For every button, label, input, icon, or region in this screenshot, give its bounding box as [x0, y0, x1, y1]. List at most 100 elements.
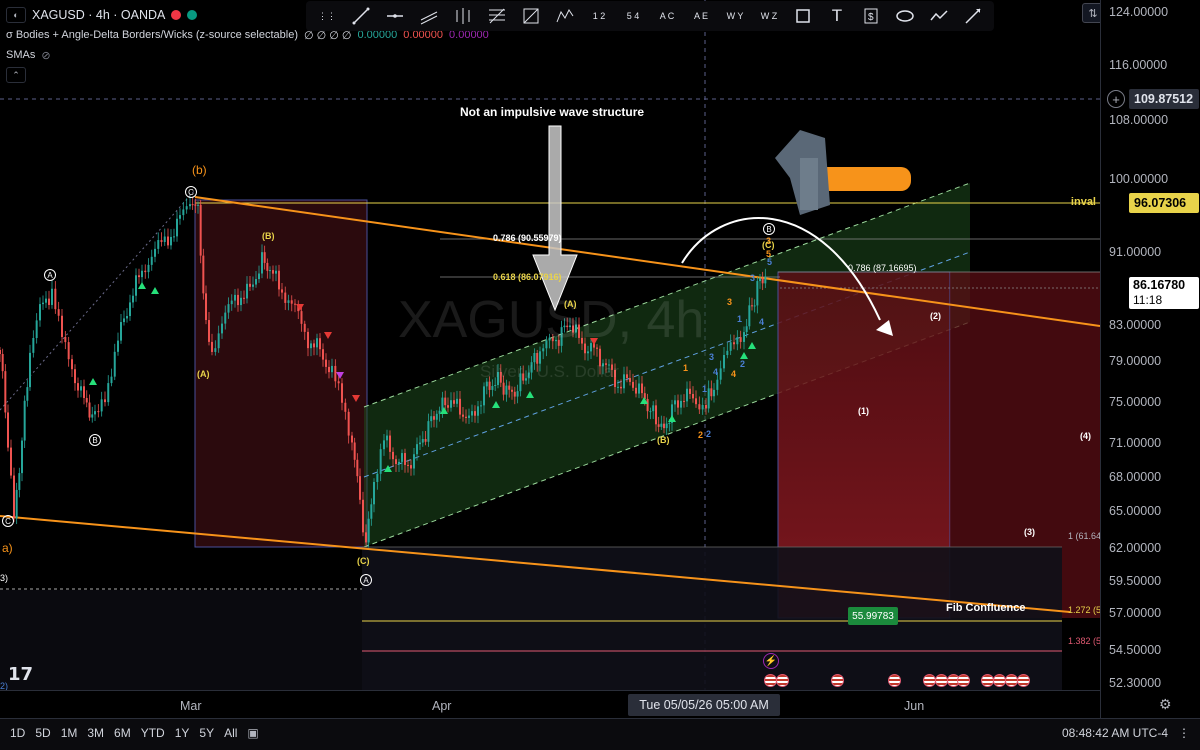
candle-body — [208, 320, 210, 342]
price-axis-label: 54.50000 — [1109, 643, 1162, 657]
candle-body — [686, 388, 688, 402]
candle-body — [135, 275, 137, 296]
candle-body — [32, 337, 35, 353]
range-ytd[interactable]: YTD — [141, 726, 165, 740]
collapse-legend-icon[interactable]: ⌃ — [6, 67, 26, 83]
candle-body — [230, 300, 233, 305]
time-label-mar: Mar — [180, 699, 202, 713]
candle-body — [29, 352, 31, 388]
range-1y[interactable]: 1Y — [175, 726, 190, 740]
candle-body — [7, 412, 9, 448]
brush-tool[interactable] — [958, 3, 988, 29]
price-axis[interactable]: 124.00000 116.00000 108.00000 100.00000 91.0… — [1100, 0, 1200, 718]
candle-body — [10, 447, 12, 476]
tradingview-logo[interactable]: 17 — [8, 664, 33, 685]
trend-line-tool[interactable] — [346, 3, 376, 29]
price-axis-label: 59.50000 — [1109, 574, 1162, 588]
elliott-wy-tool[interactable]: W Y — [720, 3, 750, 29]
time-label-jun: Jun — [904, 699, 925, 713]
range-3m[interactable]: 3M — [87, 726, 104, 740]
date-range-calendar-icon[interactable]: ▣ — [247, 726, 258, 740]
candle-body — [217, 333, 220, 349]
candle-body — [533, 352, 536, 363]
range-all[interactable]: All — [224, 726, 237, 740]
candle-body — [344, 402, 347, 412]
horizontal-line-tool[interactable] — [380, 3, 410, 29]
symbol-logo-icon[interactable]: ◐ — [6, 7, 26, 23]
candle-body — [141, 270, 143, 278]
range-6m[interactable]: 6M — [114, 726, 131, 740]
add-alert-icon[interactable]: + — [1107, 90, 1125, 108]
settings-gear-icon[interactable]: ⚙ — [1159, 696, 1172, 713]
us-flag-event-icon[interactable] — [1017, 674, 1030, 687]
range-1m[interactable]: 1M — [61, 726, 78, 740]
parallel-channel-tool[interactable] — [414, 3, 444, 29]
price-range-tool[interactable]: $ — [856, 3, 886, 29]
elliott-impulse-54-tool[interactable]: 5 4 — [618, 3, 648, 29]
crosshair-time-tag: Tue 05/05/26 05:00 AM — [628, 694, 780, 716]
ellipse-tool[interactable] — [890, 3, 920, 29]
svg-text:2: 2 — [706, 429, 711, 439]
fib-channel-tool[interactable] — [516, 3, 546, 29]
candle-body — [646, 398, 649, 412]
range-5d[interactable]: 5D — [35, 726, 50, 740]
candle-body — [480, 405, 482, 407]
elliott-wz-tool[interactable]: W Z — [754, 3, 784, 29]
us-flag-event-icon[interactable] — [776, 674, 789, 687]
elliott-triangle-ae-tool[interactable]: A E — [686, 3, 716, 29]
inval-price-tag: 96.07306 — [1129, 193, 1199, 213]
chart-area[interactable]: 1 2 3 4 5 1 2 3 4 1 2 3 4 5 3 XAGUSD, 4h… — [0, 0, 1100, 690]
candle-body — [275, 270, 277, 274]
lightning-event-icon[interactable]: ⚡ — [763, 653, 779, 669]
time-axis[interactable]: Mar Apr Jun Tue 05/05/26 05:00 AM — [0, 690, 1100, 718]
text-tool[interactable]: T — [822, 3, 852, 29]
elliott-correction-ac-tool[interactable]: A C — [652, 3, 682, 29]
candle-body — [303, 323, 306, 332]
us-flag-event-icon[interactable] — [831, 674, 844, 687]
candle-body — [104, 399, 106, 403]
rectangle-tool[interactable] — [788, 3, 818, 29]
candle-body — [683, 400, 685, 402]
candle-body — [197, 204, 199, 206]
candle-body — [660, 423, 663, 427]
drag-handle-icon[interactable]: ⋮⋮ — [312, 3, 342, 29]
candle-body — [294, 303, 296, 305]
symbol-title[interactable]: XAGUSD · 4h · OANDA — [32, 8, 165, 22]
candle-body — [199, 204, 202, 256]
candle-body — [261, 252, 263, 274]
elliott-impulse-12-tool[interactable]: 1 2 — [584, 3, 614, 29]
pitchfork-tool[interactable] — [448, 3, 478, 29]
indicator-name[interactable]: σ Bodies + Angle-Delta Borders/Wicks (z-… — [6, 29, 298, 41]
circle-label-A1: A — [44, 269, 56, 281]
candle-body — [695, 398, 697, 405]
candle-body — [64, 337, 67, 343]
candle-body — [505, 385, 508, 395]
candle-body — [483, 386, 485, 406]
candle-body — [176, 218, 178, 237]
candle-body — [189, 204, 191, 207]
chart-scale-icon[interactable]: ⋮ — [1178, 726, 1190, 740]
candle-body — [462, 414, 464, 417]
us-flag-event-icon[interactable] — [888, 674, 901, 687]
candle-body — [356, 459, 359, 477]
fib-retracement-tool[interactable] — [482, 3, 512, 29]
range-5y[interactable]: 5Y — [199, 726, 214, 740]
candle-body — [748, 305, 751, 327]
sma-indicator-name[interactable]: SMAs — [6, 49, 35, 61]
restore-icon[interactable]: ⇅ — [1082, 3, 1100, 23]
candle-body — [629, 378, 631, 382]
candle-body — [1, 354, 4, 372]
range-1d[interactable]: 1D — [10, 726, 25, 740]
path-tool[interactable] — [924, 3, 954, 29]
clock-timezone[interactable]: 08:48:42 AM UTC-4 — [1062, 726, 1168, 740]
candle-body — [80, 386, 82, 391]
candle-body — [502, 382, 505, 395]
gann-tool[interactable] — [550, 3, 580, 29]
price-axis-label: 116.00000 — [1109, 58, 1168, 72]
us-flag-event-icon[interactable] — [957, 674, 970, 687]
eye-off-icon[interactable]: ⊘ — [41, 49, 50, 62]
time-label-apr: Apr — [432, 699, 452, 713]
candle-body — [404, 453, 406, 465]
price-axis-label: 83.00000 — [1109, 318, 1162, 332]
candle-body — [657, 424, 660, 427]
